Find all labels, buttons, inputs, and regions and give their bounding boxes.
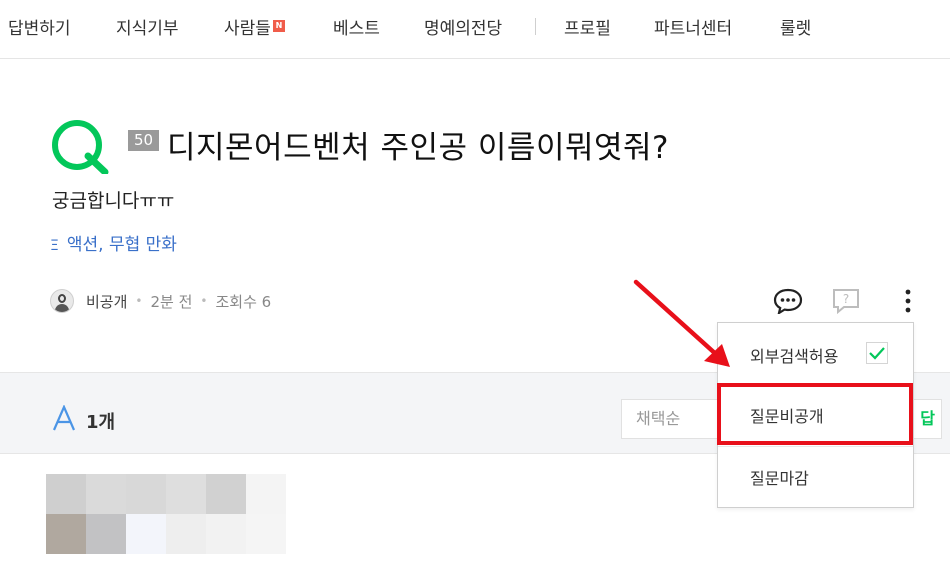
comment-icon[interactable]: [773, 288, 803, 314]
nav-item-best[interactable]: 베스트: [333, 14, 380, 39]
nav-divider: [535, 18, 536, 35]
menu-item-private-question[interactable]: 질문비공개: [750, 403, 824, 427]
points-badge: 50: [128, 130, 159, 151]
question-category-link[interactable]: Ξ 액션, 무협 만화: [50, 230, 177, 255]
category-label: 액션, 무협 만화: [66, 235, 177, 255]
menu-item-close-question[interactable]: 질문마감: [750, 465, 809, 489]
more-options-icon[interactable]: [898, 288, 918, 314]
blurred-image: [46, 474, 286, 554]
meta-separator: •: [200, 294, 208, 308]
more-options-menu: 외부검색허용 질문비공개 질문마감: [717, 322, 914, 508]
answer-count: 1개: [86, 412, 116, 433]
new-badge: N: [272, 20, 285, 32]
question-title: 디지몬어드벤처 주인공 이름이뭐엿줘?: [167, 130, 669, 166]
menu-divider: [718, 384, 913, 385]
q-logo-icon: [52, 120, 109, 174]
check-icon: [869, 347, 885, 360]
avatar: [50, 289, 74, 313]
question-report-icon[interactable]: ?: [832, 288, 860, 314]
menu-divider: [718, 446, 913, 447]
question-body: 궁금합니다ㅠㅠ: [52, 190, 175, 212]
nav-item-hall-of-fame[interactable]: 명예의전당: [424, 14, 502, 39]
nav-item-people-label: 사람들: [224, 19, 271, 39]
top-nav: 답변하기 지식기부 사람들 N 베스트 명예의전당 프로필 파트너센터 룰렛: [0, 0, 950, 59]
meta-separator: •: [135, 294, 143, 308]
sort-select-label: 채택순: [636, 409, 681, 428]
external-search-checkbox[interactable]: [866, 342, 888, 364]
nav-item-people[interactable]: 사람들 N: [224, 14, 285, 39]
nav-item-profile[interactable]: 프로필: [564, 14, 611, 39]
question-meta: 비공개 • 2분 전 • 조회수 6: [50, 288, 271, 314]
write-answer-label: 답변하기: [920, 409, 935, 428]
answer-a-icon: [52, 405, 76, 431]
menu-item-external-search[interactable]: 외부검색허용: [750, 343, 838, 367]
svg-text:?: ?: [843, 292, 849, 306]
nav-item-partner-center[interactable]: 파트너센터: [654, 14, 732, 39]
post-time: 2분 전: [150, 292, 193, 311]
nav-item-donate[interactable]: 지식기부: [116, 14, 179, 39]
category-icon: Ξ: [50, 238, 59, 254]
nav-item-answer[interactable]: 답변하기: [8, 14, 71, 39]
view-count: 조회수 6: [215, 292, 272, 311]
nav-item-roulette[interactable]: 룰렛: [780, 14, 811, 39]
author-name: 비공개: [86, 292, 128, 311]
